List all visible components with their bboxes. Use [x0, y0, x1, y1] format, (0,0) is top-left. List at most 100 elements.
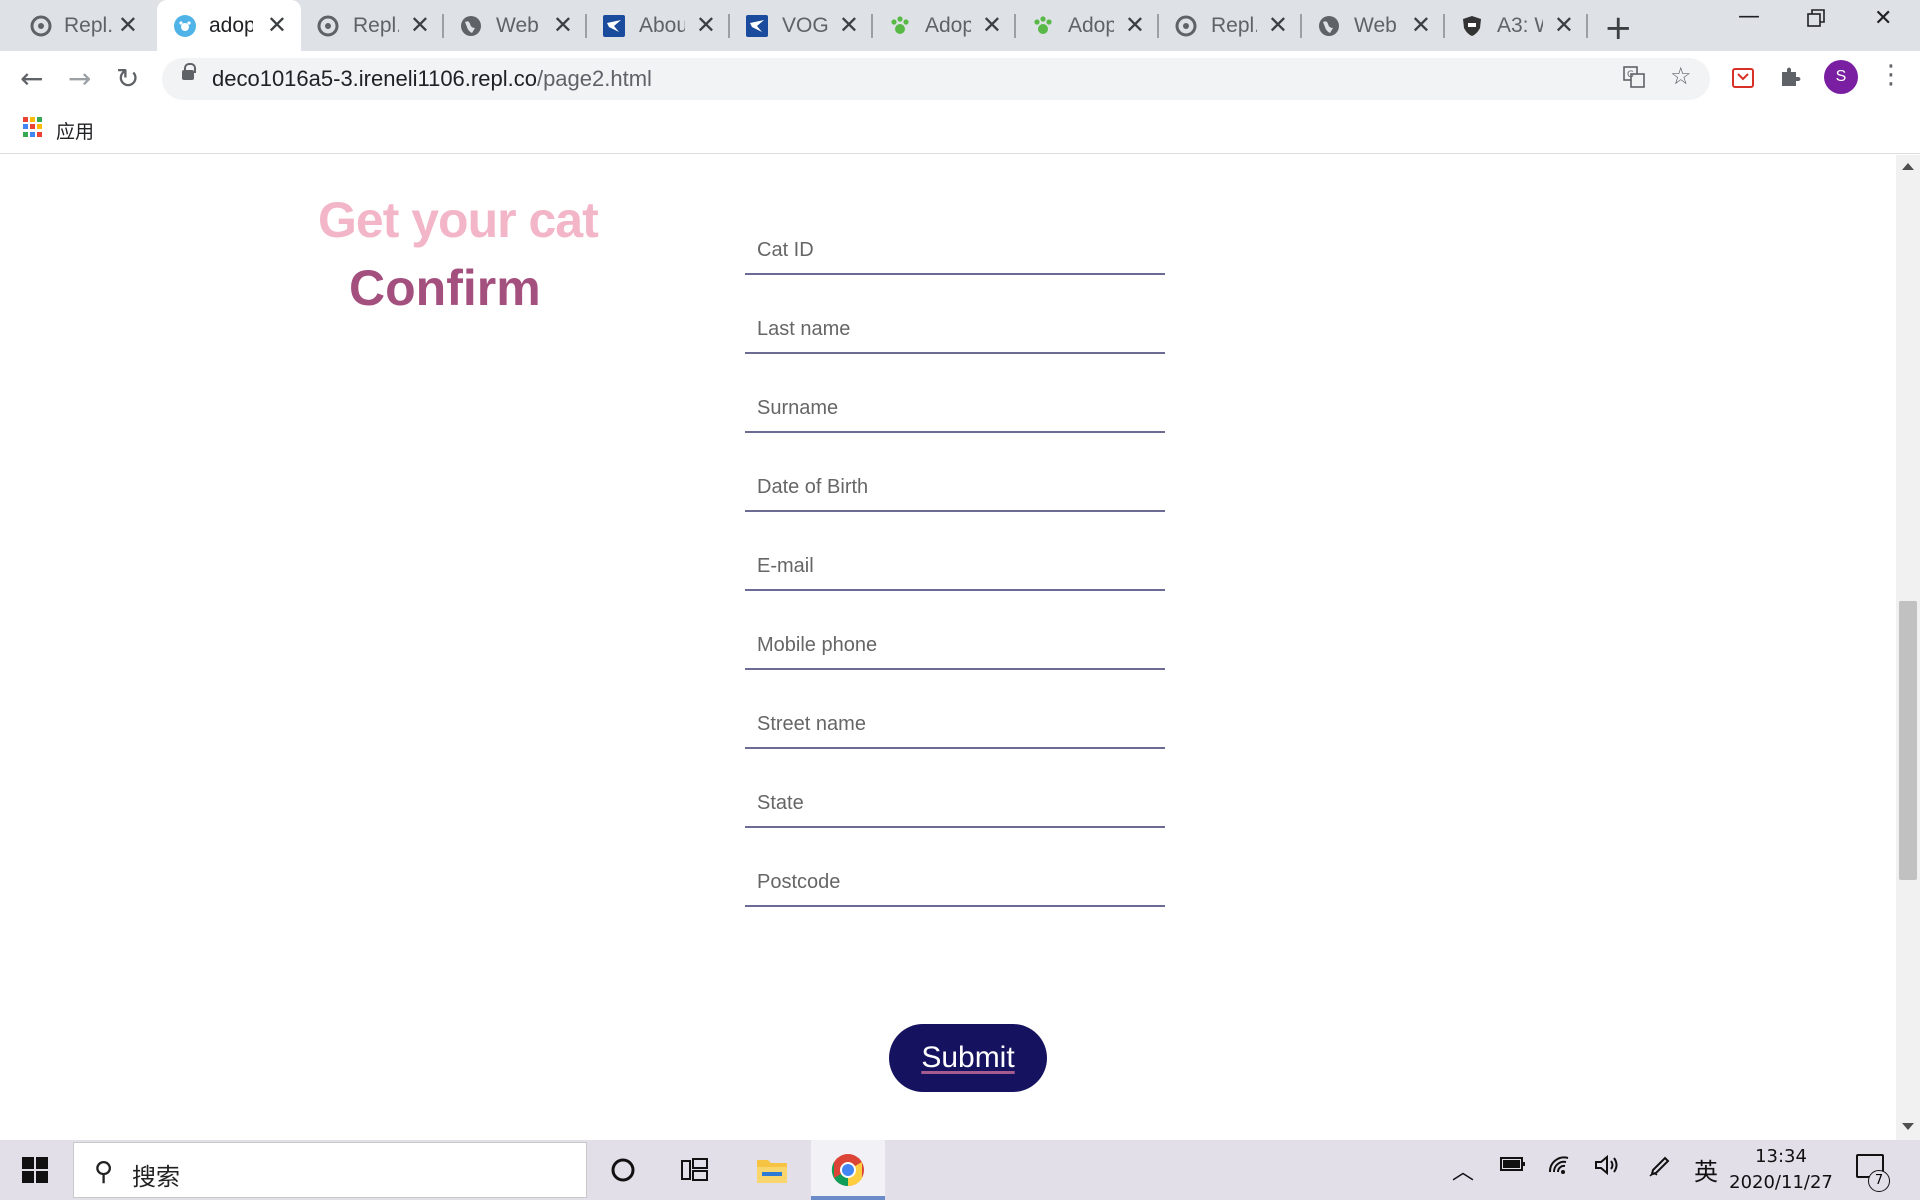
reload-icon[interactable]: ↻ — [116, 62, 139, 95]
battery-icon[interactable] — [1500, 1154, 1526, 1180]
bookmarks-bar: 应用 — [0, 105, 1920, 154]
close-icon[interactable]: ✕ — [267, 12, 287, 38]
tab-adopt-2[interactable]: Adopt ✕ — [873, 0, 1016, 51]
close-icon[interactable]: ✕ — [1268, 12, 1288, 38]
lock-icon — [182, 63, 196, 80]
apps-grid-icon[interactable] — [23, 117, 43, 137]
tab-adopt-3[interactable]: Adopt ✕ — [1016, 0, 1159, 51]
tab-replit-3[interactable]: Repl.it ✕ — [1159, 0, 1302, 51]
tab-web-1[interactable]: Web ✕ — [444, 0, 587, 51]
puzzle-extensions-icon[interactable] — [1777, 64, 1805, 92]
chrome-icon[interactable] — [830, 1152, 866, 1188]
page-scrollbar[interactable] — [1896, 155, 1920, 1140]
tab-a3[interactable]: A3: W ✕ — [1445, 0, 1588, 51]
apps-bookmark[interactable]: 应用 — [56, 117, 94, 144]
last-name-input[interactable] — [745, 306, 1165, 352]
close-icon[interactable]: ✕ — [696, 12, 716, 38]
translate-icon[interactable]: G — [1622, 65, 1646, 95]
cortana-circle-icon[interactable] — [605, 1152, 641, 1188]
cat-id-field — [745, 227, 1165, 275]
tab-replit-2[interactable]: Repl.it ✕ — [301, 0, 444, 51]
scrollbar-thumb[interactable] — [1899, 601, 1917, 880]
close-window-icon[interactable]: ✕ — [1874, 6, 1892, 31]
taskbar-search-placeholder: 搜索 — [132, 1163, 180, 1191]
task-view-icon[interactable] — [677, 1152, 713, 1188]
close-icon[interactable]: ✕ — [553, 12, 573, 38]
paw-icon — [1032, 15, 1054, 37]
close-icon[interactable]: ✕ — [118, 12, 138, 38]
menu-dots-icon[interactable]: ⋮ — [1878, 60, 1904, 90]
surname-field — [745, 385, 1165, 433]
wifi-icon[interactable] — [1548, 1154, 1572, 1182]
tab-strip: Repl.it ✕ adopt ✕ Repl.it ✕ Web ✕ — [0, 0, 1920, 51]
shield-icon — [1461, 15, 1483, 37]
clock-date: 2020/11/27 — [1729, 1172, 1833, 1193]
taskbar-active-indicator — [811, 1196, 885, 1200]
tab-adopt-active[interactable]: adopt ✕ — [157, 0, 301, 51]
date-of-birth-input[interactable] — [745, 464, 1165, 510]
tab-title: Repl.it — [1211, 14, 1257, 37]
paw-icon — [889, 15, 911, 37]
tab-title: VOGUE — [782, 14, 828, 37]
email-input[interactable] — [745, 543, 1165, 589]
tab-title: About — [639, 14, 685, 37]
new-tab-button[interactable]: + — [1604, 8, 1633, 48]
close-icon[interactable]: ✕ — [1554, 12, 1574, 38]
volume-icon[interactable] — [1594, 1154, 1620, 1182]
tab-title: Adopt — [1068, 14, 1114, 37]
show-hidden-icons-chevron-icon[interactable]: ︿ — [1452, 1154, 1474, 1186]
scroll-up-arrow-icon[interactable] — [1902, 163, 1914, 170]
tab-replit-1[interactable]: Repl.it ✕ — [0, 0, 152, 51]
close-icon[interactable]: ✕ — [839, 12, 859, 38]
paw-cat-icon — [174, 15, 196, 37]
url-text: deco1016a5-3.ireneli1106.repl.co/page2.h… — [212, 66, 652, 92]
mobile-phone-input[interactable] — [745, 622, 1165, 668]
postcode-field — [745, 859, 1165, 907]
state-input[interactable] — [745, 780, 1165, 826]
cat-id-input[interactable] — [745, 227, 1165, 273]
close-icon[interactable]: ✕ — [982, 12, 1002, 38]
tab-about[interactable]: About ✕ — [587, 0, 730, 51]
back-arrow-icon[interactable]: ← — [20, 62, 43, 95]
surname-input[interactable] — [745, 385, 1165, 431]
close-icon[interactable]: ✕ — [1411, 12, 1431, 38]
restore-icon[interactable] — [1806, 8, 1826, 34]
tab-title: Web — [496, 14, 539, 37]
forward-arrow-icon[interactable]: → — [68, 62, 91, 95]
tab-vogue[interactable]: VOGUE ✕ — [730, 0, 873, 51]
minimize-icon[interactable]: — — [1738, 4, 1760, 29]
clock-time: 13:34 — [1755, 1146, 1807, 1167]
taskbar-search-box[interactable]: ⚲ 搜索 — [73, 1142, 587, 1198]
tab-web-2[interactable]: Web ✕ — [1302, 0, 1445, 51]
globe-icon — [1318, 15, 1340, 37]
date-of-birth-field — [745, 464, 1165, 512]
browser-toolbar: ← → ↻ deco1016a5-3.ireneli1106.repl.co/p… — [0, 51, 1920, 105]
close-icon[interactable]: ✕ — [410, 12, 430, 38]
file-explorer-icon[interactable] — [754, 1152, 790, 1188]
tab-title: Repl.it — [353, 14, 399, 37]
extension-icon[interactable] — [1730, 64, 1758, 92]
state-field — [745, 780, 1165, 828]
system-clock[interactable]: 13:34 2020/11/27 — [1726, 1144, 1836, 1196]
street-name-input[interactable] — [745, 701, 1165, 747]
close-icon[interactable]: ✕ — [1125, 12, 1145, 38]
tab-title: adopt — [209, 14, 253, 37]
scroll-down-arrow-icon[interactable] — [1902, 1123, 1914, 1130]
tab-title: Web — [1354, 14, 1397, 37]
postcode-input[interactable] — [745, 859, 1165, 905]
replit-icon — [317, 15, 339, 37]
submit-button[interactable]: Submit — [889, 1024, 1047, 1092]
windows-start-icon[interactable] — [22, 1157, 48, 1183]
tab-title: Adopt — [925, 14, 971, 37]
url-path: /page2.html — [536, 66, 652, 91]
tab-separator — [1586, 14, 1588, 38]
street-name-field — [745, 701, 1165, 749]
bird-icon — [603, 15, 625, 37]
page-heading-get-your-cat: Get your cat — [318, 192, 599, 248]
address-bar[interactable]: deco1016a5-3.ireneli1106.repl.co/page2.h… — [162, 58, 1710, 100]
input-method-indicator[interactable]: 英 — [1694, 1152, 1718, 1187]
bookmark-star-icon[interactable]: ☆ — [1670, 62, 1692, 90]
replit-icon — [30, 15, 52, 37]
profile-avatar[interactable]: S — [1824, 60, 1858, 94]
pen-ink-icon[interactable] — [1648, 1154, 1672, 1184]
